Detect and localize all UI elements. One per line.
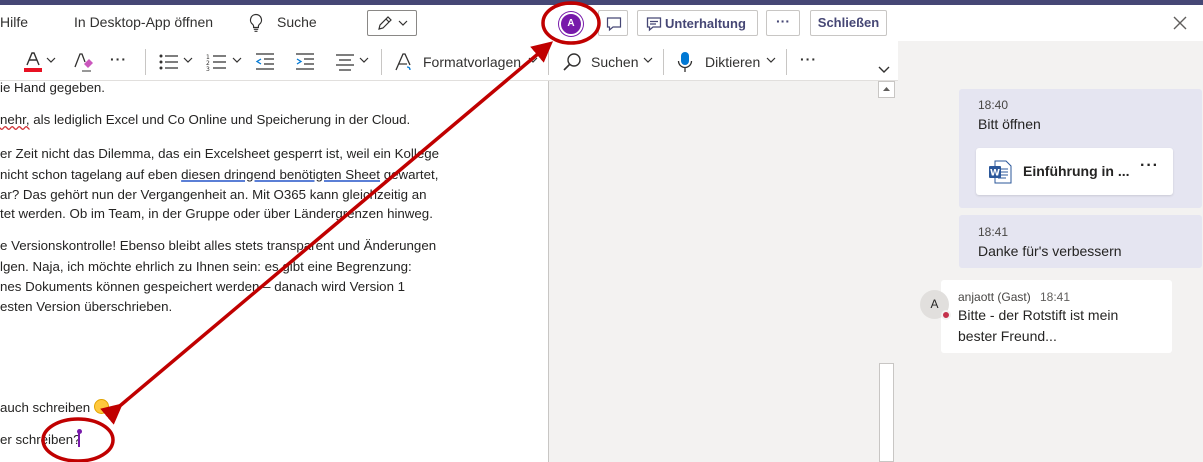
styles-dropdown[interactable]: Formatvorlagen (423, 54, 521, 70)
document-canvas[interactable]: ie Hand gegeben. nehr, als lediglich Exc… (0, 81, 548, 462)
bullet-list-icon[interactable] (158, 51, 180, 73)
help-menu[interactable]: Hilfe (0, 14, 28, 30)
comments-button[interactable] (598, 10, 628, 36)
spelling-error-word[interactable]: nehr, (0, 112, 30, 127)
more-ribbon-options[interactable]: ··· (800, 51, 817, 67)
open-in-desktop-app[interactable]: In Desktop-App öffnen (74, 14, 213, 30)
message-author: anjaott (Gast) (958, 290, 1031, 304)
conversation-button[interactable]: Unterhaltung (637, 10, 758, 36)
user-avatar[interactable]: A (559, 12, 583, 36)
document-background (549, 81, 898, 462)
conversation-panel: 18:40 Bitt öffnen W Einführung in ... ··… (898, 41, 1203, 462)
file-more-options[interactable]: ··· (1140, 157, 1159, 175)
chevron-down-icon[interactable] (359, 56, 369, 64)
message-text: Bitt öffnen (978, 116, 1041, 132)
close-icon[interactable] (1172, 15, 1188, 31)
scroll-up-button[interactable] (878, 81, 895, 98)
triangle-up-icon (883, 87, 890, 91)
chevron-down-icon[interactable] (232, 56, 242, 64)
smiley-emoji-icon (94, 399, 110, 414)
svg-text:3: 3 (206, 66, 210, 73)
search-button[interactable]: Suche (277, 14, 317, 30)
clear-formatting-icon[interactable] (72, 51, 94, 73)
ribbon-separator (381, 49, 382, 75)
collapse-ribbon-chevron-icon[interactable] (878, 65, 890, 75)
find-dropdown[interactable]: Suchen (591, 54, 638, 70)
font-color-icon[interactable] (22, 51, 44, 73)
styles-icon[interactable] (393, 51, 415, 73)
svg-text:W: W (990, 169, 1000, 179)
document-line: nicht schon tagelang auf eben diesen dri… (0, 167, 439, 182)
document-line: lgen. Naja, ich möchte ehrlich zu Ihnen … (0, 259, 412, 274)
lightbulb-icon[interactable] (248, 13, 264, 33)
scrollbar-thumb[interactable] (879, 363, 894, 462)
document-line: er schreiben? (0, 432, 81, 447)
pen-icon (378, 16, 408, 30)
microphone-icon[interactable] (677, 51, 693, 73)
document-line: nehr, als lediglich Excel und Co Online … (0, 112, 411, 127)
numbered-list-icon[interactable]: 1 2 3 (206, 51, 228, 73)
ribbon-separator (663, 49, 664, 75)
document-line: ie Hand gegeben. (0, 81, 105, 95)
coauthor-cursor (78, 433, 80, 447)
document-line: auch schreiben (0, 399, 110, 415)
align-center-icon[interactable] (334, 51, 356, 73)
chevron-down-icon[interactable] (643, 56, 653, 64)
ribbon-separator (548, 49, 549, 75)
presence-busy-indicator (941, 310, 951, 320)
chevron-down-icon[interactable] (528, 56, 538, 64)
document-line: esten Version überschrieben. (0, 299, 173, 314)
grammar-suggestion[interactable]: diesen dringend benötigten Sheet (181, 167, 380, 182)
document-line: er Zeit nicht das Dilemma, das ein Excel… (0, 146, 439, 161)
document-line: tet werden. Ob im Team, in der Gruppe od… (0, 206, 433, 221)
ribbon-separator (786, 49, 787, 75)
document-line: ar? Das gehört nun der Vergangenheit an.… (0, 187, 427, 202)
message-time: 18:41 (978, 225, 1009, 239)
more-font-options[interactable]: ··· (110, 51, 127, 67)
dictate-dropdown[interactable]: Diktieren (705, 54, 760, 70)
increase-indent-icon[interactable] (294, 51, 316, 73)
close-button[interactable]: Schließen (810, 10, 887, 36)
top-bar: Hilfe In Desktop-App öffnen Suche A Unte… (0, 5, 1203, 41)
message-text: Danke für's verbessern (978, 243, 1122, 259)
chat-message-received[interactable]: anjaott (Gast) 18:41 Bitte - der Rotstif… (941, 280, 1172, 353)
message-text: bester Freund... (958, 328, 1057, 344)
formatting-ribbon: ··· 1 2 3 Formatvorlagen Suchen Diktiere… (0, 41, 898, 81)
chat-bubble-icon (606, 17, 622, 32)
conversation-icon (646, 17, 662, 32)
message-time: 18:40 (978, 98, 1009, 112)
more-options-button[interactable]: ··· (766, 10, 800, 36)
document-line: e Versionskontrolle! Ebenso bleibt alles… (0, 238, 437, 253)
file-name: Einführung in ... (1023, 163, 1130, 179)
chevron-down-icon[interactable] (766, 56, 776, 64)
ribbon-separator (145, 49, 146, 75)
document-line: nes Dokuments können gespeichert werden … (0, 279, 406, 294)
decrease-indent-icon[interactable] (254, 51, 276, 73)
conversation-label: Unterhaltung (665, 16, 746, 31)
message-time: 18:41 (1040, 290, 1071, 304)
chat-message-sent[interactable]: 18:41 Danke für's verbessern (959, 215, 1202, 268)
message-text: Bitte - der Rotstift ist mein (958, 307, 1119, 323)
chevron-down-icon[interactable] (183, 56, 193, 64)
word-document-icon: W (989, 160, 1012, 184)
search-icon[interactable] (562, 51, 582, 73)
file-attachment-card[interactable]: W Einführung in ... ··· (976, 148, 1173, 195)
chevron-down-icon[interactable] (46, 56, 56, 64)
editing-mode-dropdown[interactable] (367, 10, 417, 36)
